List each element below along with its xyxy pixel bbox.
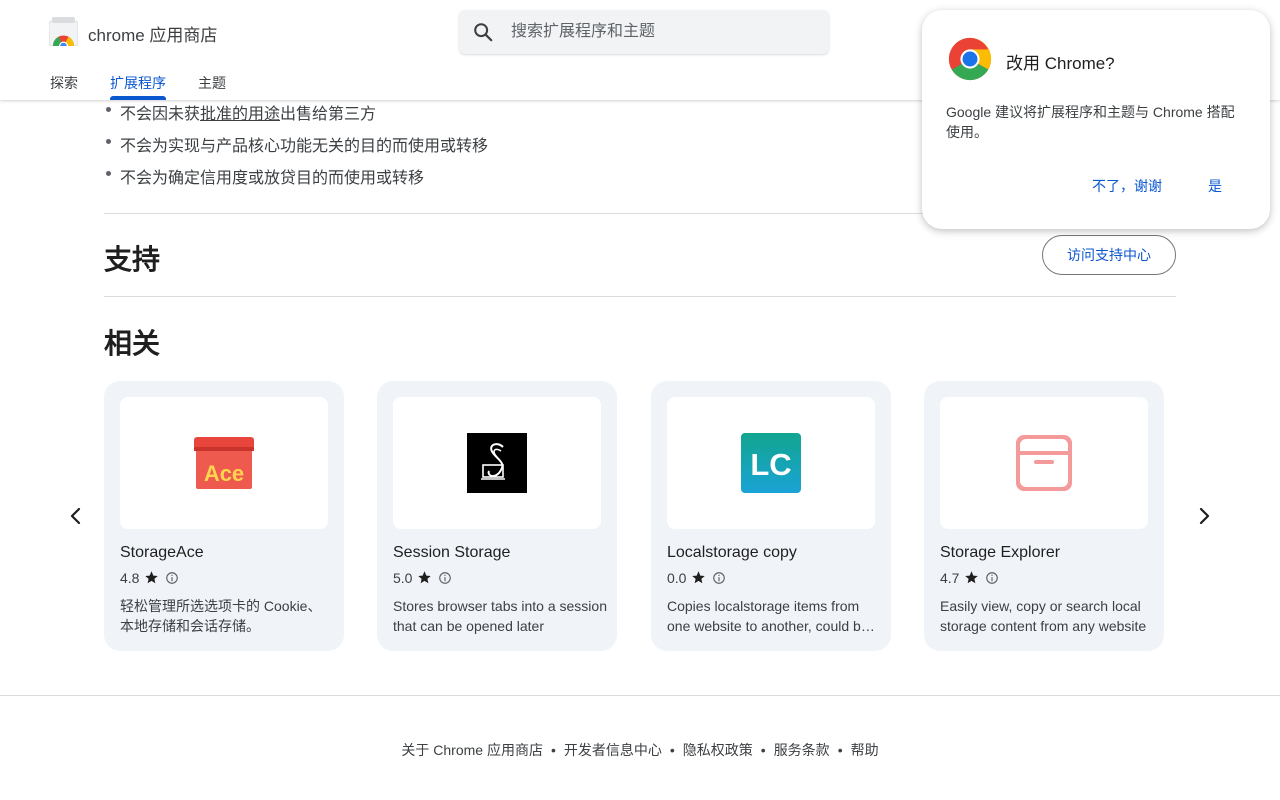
bullet-text: 不会为实现与产品核心功能无关的目的而使用或转移 (120, 138, 489, 155)
brand-name[interactable]: chrome 应用商店 (88, 21, 217, 46)
card-thumbnail (393, 397, 601, 529)
footer-link-about[interactable]: 关于 Chrome 应用商店 (401, 742, 543, 758)
accept-button[interactable]: 是 (1208, 176, 1222, 196)
tab-explore[interactable]: 探索 (50, 73, 78, 93)
localstorage-copy-icon: LC (741, 433, 801, 493)
footer-link-privacy[interactable]: 隐私权政策 (683, 742, 753, 758)
chrome-logo-icon (948, 37, 992, 81)
footer-links: 关于 Chrome 应用商店 • 开发者信息中心 • 隐私权政策 • 服务条款 • 帮助 (0, 740, 1280, 760)
info-icon[interactable] (165, 571, 179, 585)
footer-separator: • (550, 742, 556, 758)
card-title: Storage Explorer (940, 544, 1061, 561)
related-card[interactable]: Storage Explorer 4.7 Easily view, copy o… (924, 381, 1164, 651)
svg-text:LC: LC (750, 447, 791, 482)
storageace-icon: Ace (194, 437, 254, 489)
card-description: Copies localstorage items from one websi… (667, 598, 869, 634)
search-icon (474, 23, 493, 42)
related-card[interactable]: Ace StorageAce 4.8 轻松管理所选选项卡的 Cookie、本地存… (104, 381, 344, 651)
bullet-text: 不会为确定信用度或放贷目的而使用或转移 (120, 170, 425, 187)
footer-link-terms[interactable]: 服务条款 (774, 742, 830, 758)
rating-value: 0.0 (667, 570, 687, 586)
active-tab-indicator (110, 96, 166, 100)
related-heading: 相关 (104, 328, 161, 359)
search-box[interactable] (459, 10, 829, 54)
footer-link-developer-dashboard[interactable]: 开发者信息中心 (564, 742, 662, 758)
card-description: 轻松管理所选选项卡的 Cookie、本地存储和会话存储。 (120, 598, 322, 634)
info-icon[interactable] (712, 571, 726, 585)
carousel-prev-arrow-icon[interactable] (63, 503, 89, 529)
tab-themes[interactable]: 主题 (198, 73, 226, 93)
card-title: Session Storage (393, 544, 511, 561)
info-icon[interactable] (985, 571, 999, 585)
support-heading: 支持 (104, 244, 161, 275)
approved-use-link[interactable]: 批准的用途 (200, 106, 280, 123)
bullet-dot (106, 139, 111, 144)
tab-extensions[interactable]: 扩展程序 (110, 73, 166, 93)
svg-text:Ace: Ace (204, 461, 244, 486)
footer-separator: • (669, 742, 675, 758)
card-description: Easily view, copy or search local storag… (940, 598, 1147, 634)
star-icon (965, 571, 978, 584)
dialog-body: Google 建议将扩展程序和主题与 Chrome 搭配使用。 (946, 104, 1235, 140)
related-card[interactable]: LC Localstorage copy 0.0 Copies localsto… (651, 381, 891, 651)
section-divider (104, 296, 1176, 297)
footer-divider (0, 695, 1280, 696)
related-card[interactable]: Session Storage 5.0 Stores browser tabs … (377, 381, 617, 651)
session-storage-icon (467, 433, 527, 493)
footer-separator: • (837, 742, 843, 758)
card-thumbnail: LC (667, 397, 875, 529)
card-thumbnail (940, 397, 1148, 529)
rating-value: 4.8 (120, 570, 140, 586)
bullet-text: 不会因未获 (120, 106, 201, 123)
rating-value: 5.0 (393, 570, 413, 586)
card-description: Stores browser tabs into a session that … (393, 598, 607, 634)
card-title: Localstorage copy (667, 544, 797, 561)
search-input[interactable] (511, 21, 811, 43)
star-icon (145, 571, 158, 584)
bullet-dot (106, 107, 111, 112)
footer-separator: • (760, 742, 766, 758)
bullet-text: 出售给第三方 (280, 106, 377, 123)
visit-support-center-button[interactable]: 访问支持中心 (1042, 235, 1176, 275)
info-icon[interactable] (438, 571, 452, 585)
storage-explorer-icon (1016, 435, 1072, 491)
switch-to-chrome-dialog: 改用 Chrome? Google 建议将扩展程序和主题与 Chrome 搭配使… (922, 10, 1270, 229)
rating-value: 4.7 (940, 570, 960, 586)
dialog-title: 改用 Chrome? (1006, 54, 1115, 73)
card-title: StorageAce (120, 544, 204, 561)
carousel-next-arrow-icon[interactable] (1191, 503, 1217, 529)
chrome-web-store-logo-icon[interactable] (49, 17, 78, 46)
bullet-dot (106, 171, 111, 176)
card-thumbnail: Ace (120, 397, 328, 529)
decline-button[interactable]: 不了，谢谢 (1092, 176, 1162, 196)
footer-link-help[interactable]: 帮助 (851, 742, 879, 758)
star-icon (692, 571, 705, 584)
star-icon (418, 571, 431, 584)
